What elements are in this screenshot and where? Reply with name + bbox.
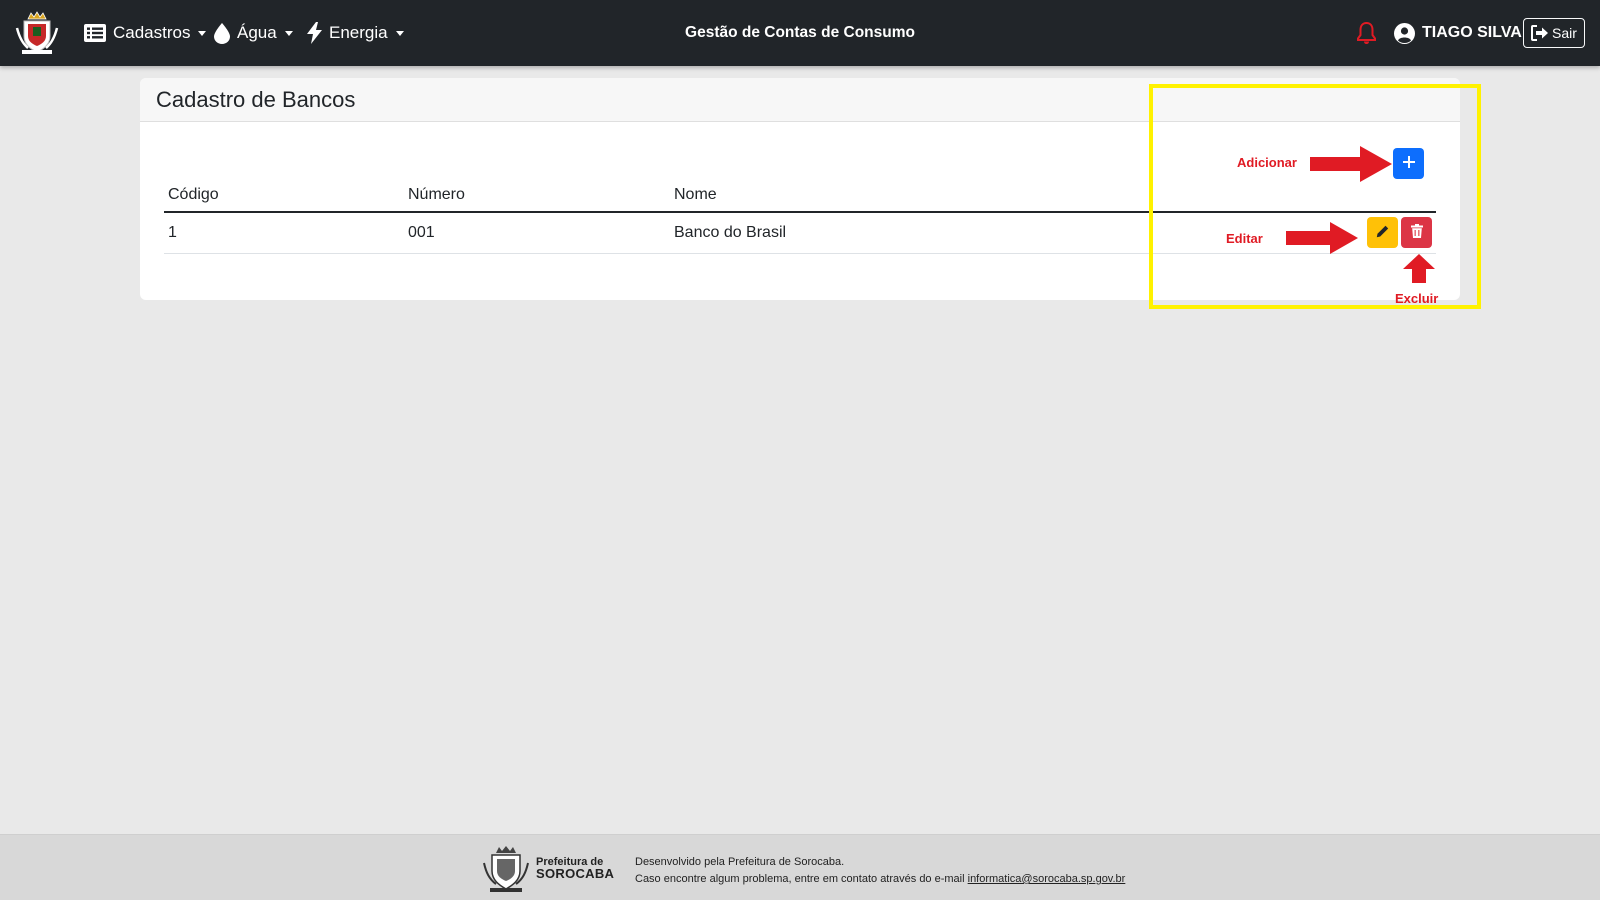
nav-menu-label: Energia (329, 23, 388, 42)
top-navbar: Cadastros Água Energia Gestão de Contas … (0, 0, 1600, 66)
annotation-label-excluir: Excluir (1395, 291, 1439, 306)
nav-menu-energia[interactable]: Energia (307, 0, 404, 66)
edit-button[interactable] (1367, 217, 1398, 249)
bank-registry-card: Cadastro de Bancos Código Número Nome 1 … (140, 78, 1460, 300)
chevron-down-icon (395, 30, 404, 36)
table-header-row: Código Número Nome (164, 178, 1436, 213)
page-footer: Prefeitura de SOROCABA Desenvolvido pela… (0, 834, 1600, 900)
delete-button[interactable] (1401, 217, 1432, 249)
footer-brand: Prefeitura de SOROCABA (536, 856, 614, 880)
user-name: TIAGO SILVA (1422, 24, 1522, 41)
column-header-actions (1146, 178, 1436, 213)
plus-icon (1402, 156, 1415, 171)
footer-contact-text: Caso encontre algum problema, entre em c… (635, 873, 965, 885)
bell-icon[interactable] (1357, 21, 1376, 49)
logout-label: Sair (1552, 25, 1577, 41)
user-circle-icon (1394, 22, 1415, 44)
footer-contact: Caso encontre algum problema, entre em c… (635, 871, 1125, 888)
nav-menu-cadastros[interactable]: Cadastros (84, 0, 207, 66)
annotation-label-editar: Editar (1226, 231, 1263, 246)
cell-codigo: 1 (164, 212, 404, 254)
pencil-icon (1376, 225, 1389, 241)
list-icon (84, 24, 106, 42)
chevron-down-icon (284, 30, 293, 36)
arrow-right-icon (1310, 146, 1392, 187)
page-title: Cadastro de Bancos (156, 86, 356, 112)
footer-text: Desenvolvido pela Prefeitura de Sorocaba… (635, 854, 1125, 888)
arrow-right-icon (1286, 222, 1358, 259)
cell-numero: 001 (404, 212, 670, 254)
annotation-label-adicionar: Adicionar (1237, 155, 1297, 170)
nav-menu-agua[interactable]: Água (214, 0, 293, 66)
arrow-up-icon (1403, 254, 1435, 288)
column-header-codigo[interactable]: Código (164, 178, 404, 213)
footer-contact-email-link[interactable]: informatica@sorocaba.sp.gov.br (968, 873, 1126, 885)
user-menu[interactable]: TIAGO SILVA (1394, 0, 1522, 66)
nav-menu-label: Cadastros (113, 23, 191, 42)
column-header-numero[interactable]: Número (404, 178, 670, 213)
city-coat-of-arms-icon[interactable] (14, 10, 60, 56)
sign-out-icon (1531, 25, 1549, 41)
column-header-nome[interactable]: Nome (670, 178, 1147, 213)
footer-brand-line2: SOROCABA (536, 866, 615, 881)
cell-nome: Banco do Brasil (670, 212, 1147, 254)
lightning-icon (307, 22, 322, 44)
trash-icon (1410, 224, 1423, 241)
nav-menu-label: Água (237, 23, 277, 42)
add-bank-button[interactable] (1393, 148, 1424, 179)
logout-button[interactable]: Sair (1523, 18, 1585, 48)
droplet-icon (214, 22, 230, 44)
card-header: Cadastro de Bancos (140, 78, 1460, 122)
footer-developed-by: Desenvolvido pela Prefeitura de Sorocaba… (635, 856, 845, 868)
chevron-down-icon (198, 30, 207, 36)
city-coat-of-arms-icon (480, 843, 532, 893)
